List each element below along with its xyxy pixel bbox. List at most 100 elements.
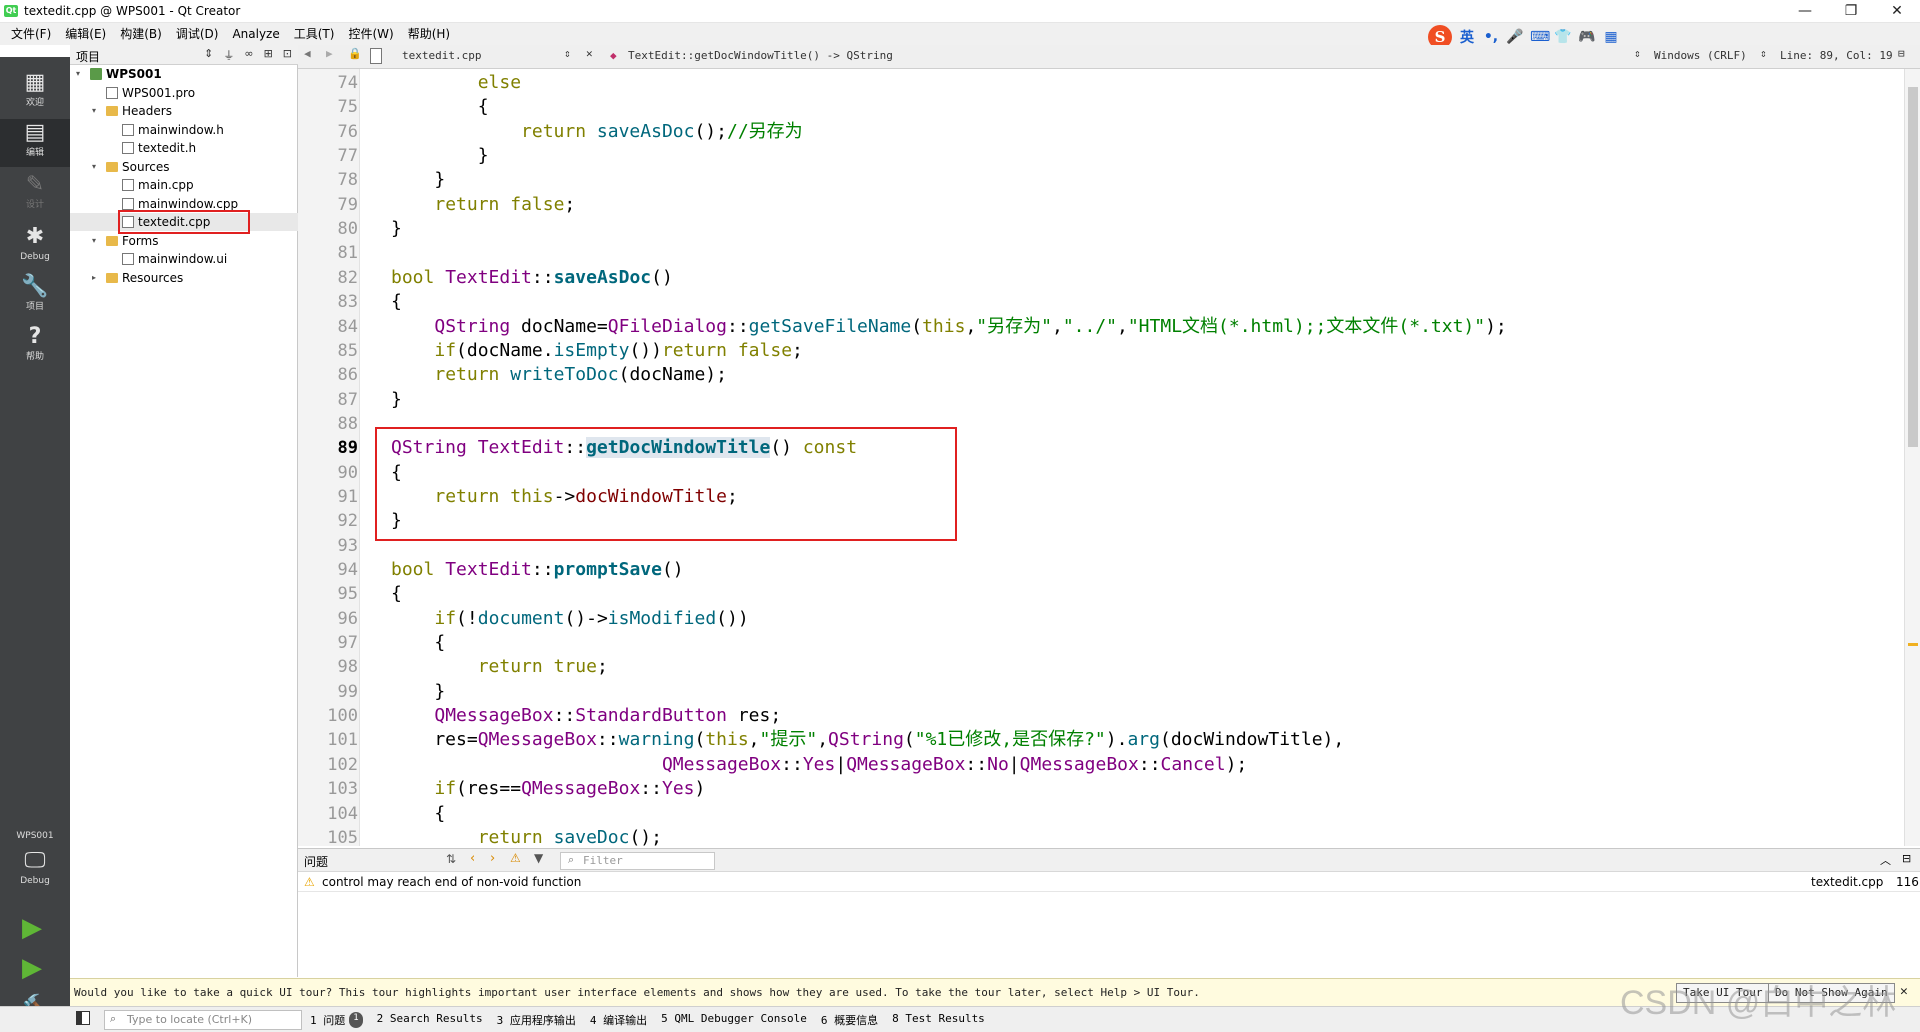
code-line[interactable]: { — [391, 582, 402, 606]
close-panel-icon[interactable]: ⊟ — [1902, 852, 1911, 865]
code-line[interactable]: { — [391, 95, 489, 119]
close-button[interactable]: ✕ — [1874, 0, 1920, 22]
code-line[interactable]: QMessageBox::StandardButton res; — [391, 704, 781, 728]
close-panel-icon[interactable]: ⊡ — [283, 47, 292, 63]
maximize-button[interactable]: ❐ — [1828, 0, 1874, 22]
tree-item[interactable]: ▸ Resources — [70, 269, 298, 287]
code-line[interactable]: } — [391, 144, 489, 168]
toggle-sidebar-icon[interactable] — [76, 1011, 90, 1025]
menu-item[interactable]: Analyze — [225, 26, 286, 42]
output-pane-tab[interactable]: 3 应用程序输出 — [497, 1012, 576, 1028]
code-line[interactable]: res=QMessageBox::warning(this,"提示",QStri… — [391, 728, 1344, 752]
close-infobar-icon[interactable]: ✕ — [1900, 984, 1908, 999]
code-line[interactable]: } — [391, 388, 402, 412]
menu-item[interactable]: 帮助(H) — [401, 26, 457, 42]
output-pane-tab[interactable]: 1 问题 — [310, 1012, 345, 1028]
code-line[interactable]: { — [391, 290, 402, 314]
locator-input[interactable]: Type to locate (Ctrl+K) — [104, 1010, 302, 1030]
output-pane-tab[interactable]: 8 Test Results — [892, 1012, 985, 1028]
warning-filter-icon[interactable]: ⚠ — [510, 851, 521, 865]
tree-item[interactable]: ▾ Sources — [70, 158, 298, 176]
issues-filter-input[interactable]: Filter — [560, 852, 715, 870]
code-line[interactable]: QString docName=QFileDialog::getSaveFile… — [391, 315, 1506, 339]
mode-help[interactable]: ? 帮助 — [0, 323, 70, 371]
code-line[interactable]: } — [391, 217, 402, 241]
run-icon[interactable]: ▶ — [22, 913, 42, 943]
mode-design[interactable]: ✎ 设计 — [0, 171, 70, 219]
menu-item[interactable]: 工具(T) — [287, 26, 342, 42]
tree-item[interactable]: mainwindow.ui — [70, 250, 298, 268]
code-line[interactable]: return true; — [391, 655, 608, 679]
symbol-combo[interactable]: TextEdit::getDocWindowTitle() -> QString — [628, 49, 893, 62]
code-line[interactable]: { — [391, 631, 445, 655]
expand-arrow-icon[interactable]: ▾ — [92, 158, 102, 176]
ime-skin-icon[interactable]: 👕 — [1554, 29, 1572, 45]
combo-arrow-icon[interactable]: ⇕ — [1634, 47, 1641, 60]
cursor-position[interactable]: Line: 89, Col: 19 — [1780, 49, 1893, 62]
ime-mic-icon[interactable]: 🎤 — [1506, 29, 1524, 45]
combo-arrow-icon[interactable]: ⇕ — [564, 47, 571, 60]
tree-item[interactable]: ▾ WPS001 — [70, 65, 298, 83]
next-issue-icon[interactable]: › — [490, 851, 495, 866]
tree-item[interactable]: textedit.h — [70, 139, 298, 157]
ime-game-icon[interactable]: 🎮 — [1578, 29, 1596, 45]
code-line[interactable]: } — [391, 680, 445, 704]
code-line[interactable]: return saveAsDoc();//另存为 — [391, 120, 803, 144]
ime-keyboard-icon[interactable]: ⌨ — [1530, 29, 1550, 45]
split-icon[interactable]: ⊞ — [264, 47, 273, 63]
tree-item[interactable]: WPS001.pro — [70, 84, 298, 102]
prev-issue-icon[interactable]: ‹ — [470, 851, 475, 866]
mode-projects[interactable]: 🔧 项目 — [0, 273, 70, 321]
expand-arrow-icon[interactable]: ▾ — [92, 232, 102, 250]
expand-arrow-icon[interactable]: ▾ — [76, 65, 86, 83]
code-line[interactable]: else — [391, 71, 521, 95]
kit-selector[interactable]: 🖵 Debug — [0, 847, 70, 895]
code-line[interactable]: return writeToDoc(docName); — [391, 363, 727, 387]
debug-run-icon[interactable]: ▶ — [22, 953, 42, 983]
ime-apps-icon[interactable]: ▦ — [1602, 29, 1620, 45]
maximize-panel-icon[interactable]: ︿ — [1880, 852, 1891, 868]
expand-arrow-icon[interactable]: ▾ — [92, 102, 102, 120]
output-pane-tab[interactable]: 4 编译输出 — [590, 1012, 647, 1028]
code-line[interactable]: return saveDoc(); — [391, 826, 662, 846]
code-line[interactable]: bool TextEdit::saveAsDoc() — [391, 266, 673, 290]
close-document-icon[interactable]: ✕ — [586, 47, 593, 60]
filter-icon[interactable]: ⏚ — [223, 47, 234, 63]
code-line[interactable]: if(docName.isEmpty())return false; — [391, 339, 803, 363]
code-line[interactable]: if(!document()->isModified()) — [391, 607, 748, 631]
code-line[interactable]: } — [391, 168, 445, 192]
menu-item[interactable]: 控件(W) — [341, 26, 400, 42]
menu-item[interactable]: 编辑(E) — [58, 26, 113, 42]
ime-punct-icon[interactable]: •, — [1482, 29, 1500, 45]
code-line[interactable]: if(res==QMessageBox::Yes) — [391, 777, 705, 801]
line-ending-combo[interactable]: Windows (CRLF) — [1654, 49, 1747, 62]
issue-row[interactable]: ⚠ control may reach end of non-void func… — [298, 872, 1920, 892]
output-pane-tab[interactable]: 6 概要信息 — [821, 1012, 878, 1028]
code-line[interactable]: return false; — [391, 193, 575, 217]
tree-item[interactable]: ▾ Headers — [70, 102, 298, 120]
menu-item[interactable]: 构建(B) — [113, 26, 169, 42]
link-icon[interactable]: ∞ — [244, 47, 253, 63]
output-pane-tab[interactable]: 2 Search Results — [377, 1012, 483, 1028]
open-document-combo[interactable]: textedit.cpp — [402, 49, 481, 62]
tree-item[interactable]: mainwindow.h — [70, 121, 298, 139]
menu-item[interactable]: 文件(F) — [4, 26, 58, 42]
mode-debug[interactable]: ✱ Debug — [0, 223, 70, 271]
tree-item[interactable]: main.cpp — [70, 176, 298, 194]
updown-icon[interactable]: ⇕ — [204, 47, 213, 63]
mode-edit[interactable]: ▤ 编辑 — [0, 119, 70, 167]
code-line[interactable]: { — [391, 802, 445, 826]
tree-item[interactable]: ▾ Forms — [70, 232, 298, 250]
filter-icon[interactable]: ▼ — [534, 851, 543, 865]
menu-item[interactable]: 调试(D) — [169, 26, 226, 42]
scrollbar-thumb[interactable] — [1908, 87, 1918, 447]
code-line[interactable]: QMessageBox::Yes|QMessageBox::No|QMessag… — [391, 753, 1247, 777]
minimize-button[interactable]: — — [1782, 0, 1828, 22]
ime-language[interactable]: 英 — [1458, 27, 1476, 47]
editor-scrollbar[interactable] — [1904, 69, 1920, 846]
mode-welcome[interactable]: ▦ 欢迎 — [0, 69, 70, 117]
combo-arrow-icon[interactable]: ⇕ — [1760, 47, 1767, 60]
output-pane-tab[interactable]: 5 QML Debugger Console — [661, 1012, 807, 1028]
split-editor-icon[interactable]: ⊟ — [1898, 47, 1905, 60]
nav-back-icon[interactable]: ◀ — [304, 47, 311, 60]
